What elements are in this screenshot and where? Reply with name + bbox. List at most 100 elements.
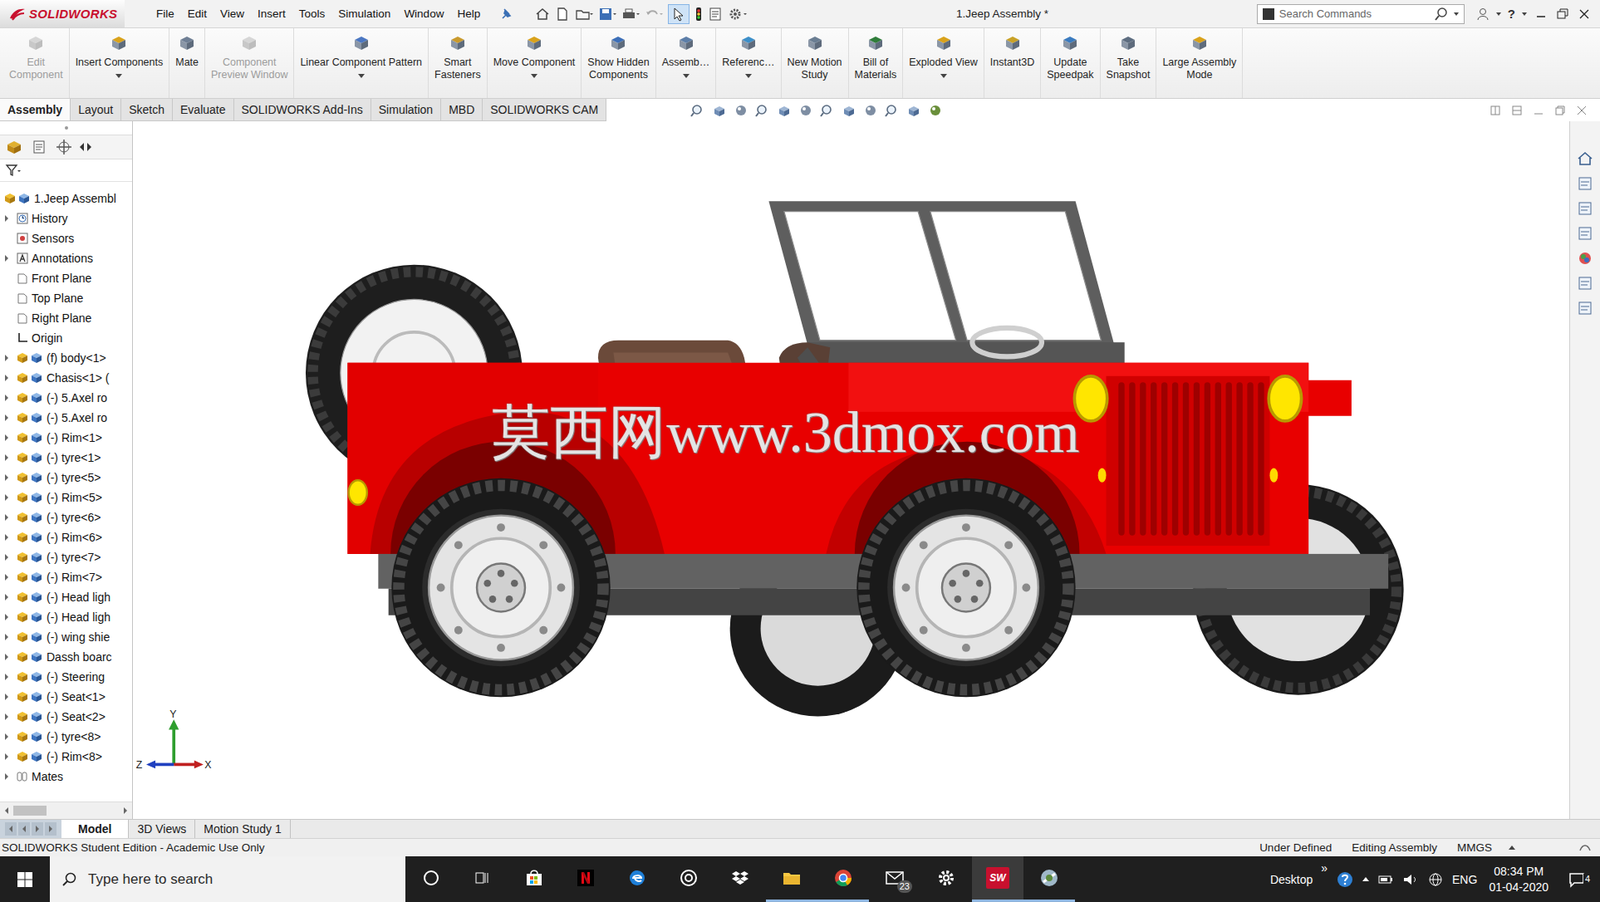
app-logo[interactable]: SOLIDWORKS [0, 0, 125, 28]
taskbar-app[interactable] [559, 856, 612, 902]
view-tool-icon[interactable] [883, 103, 901, 118]
model-tab[interactable]: 3D Views [128, 819, 196, 839]
taskbar-app[interactable] [1023, 856, 1075, 902]
expand-icon[interactable] [4, 255, 9, 262]
first-tab-button[interactable] [4, 822, 17, 836]
jeep-model[interactable]: YXZ [132, 121, 1570, 820]
expand-icon[interactable] [4, 534, 9, 541]
tabs-left-icon[interactable] [79, 142, 84, 152]
view-tool-icon[interactable] [797, 103, 815, 118]
task-pane-icon[interactable] [1575, 199, 1595, 218]
tree-item[interactable]: (-) tyre<5> [0, 467, 133, 488]
action-center-button[interactable]: 4 [1560, 870, 1594, 889]
view-tool-icon[interactable] [905, 103, 923, 118]
tree-item[interactable]: Mates [0, 766, 133, 787]
view-tool-icon[interactable] [711, 103, 728, 118]
command-button[interactable]: Large AssemblyMode [1156, 28, 1243, 99]
task-pane-icon[interactable] [1575, 149, 1595, 168]
tree-item[interactable]: (-) tyre<6> [0, 507, 133, 528]
save-icon[interactable] [598, 6, 617, 22]
undo-icon[interactable] [644, 6, 663, 22]
command-button[interactable]: Show HiddenComponents [581, 28, 656, 99]
open-folder-icon[interactable] [574, 6, 594, 22]
graphics-area[interactable]: YXZ 莫西网www.3dmox.com [132, 121, 1570, 820]
expand-icon[interactable] [4, 693, 9, 701]
rebuild-icon[interactable] [694, 6, 703, 22]
expand-icon[interactable] [4, 354, 9, 362]
print-icon[interactable] [621, 6, 640, 22]
network-globe-icon[interactable] [1427, 871, 1444, 889]
model-tab[interactable]: Model [61, 819, 129, 839]
next-tab-button[interactable] [31, 822, 44, 836]
scroll-right-icon[interactable] [123, 807, 128, 815]
configuration-tab-icon[interactable] [53, 137, 75, 157]
expand-icon[interactable] [4, 494, 9, 501]
expand-icon[interactable] [4, 733, 9, 741]
input-language[interactable]: ENG [1452, 873, 1478, 887]
command-tab[interactable]: SOLIDWORKS CAM [482, 98, 607, 121]
menu-item[interactable]: Window [397, 7, 451, 20]
command-dropdown-icon[interactable] [940, 73, 948, 79]
prev-tab-button[interactable] [18, 822, 30, 836]
taskbar-app[interactable] [714, 856, 766, 902]
tree-item[interactable]: (-) Rim<1> [0, 427, 133, 448]
minimize-icon[interactable] [1533, 6, 1549, 22]
tile-icon[interactable] [1488, 103, 1502, 118]
taskbar-search-field[interactable]: Type here to search [49, 856, 406, 902]
status-options-icon[interactable] [1578, 842, 1592, 854]
command-dropdown-icon[interactable] [745, 73, 752, 79]
task-pane-icon[interactable] [1575, 274, 1595, 293]
command-button[interactable]: Exploded View [903, 28, 984, 99]
expand-icon[interactable] [4, 554, 9, 561]
tree-item[interactable]: Annotations [0, 248, 133, 269]
expand-icon[interactable] [4, 454, 9, 462]
user-dropdown-icon[interactable] [1496, 12, 1502, 16]
new-document-icon[interactable] [554, 6, 570, 22]
taskbar-app[interactable] [508, 856, 560, 902]
menu-item[interactable]: View [213, 7, 251, 20]
task-pane-icon[interactable] [1575, 299, 1595, 318]
expand-icon[interactable] [4, 414, 9, 422]
property-tab-icon[interactable] [28, 137, 50, 157]
toolbar-more[interactable]: » [1320, 861, 1328, 875]
command-dropdown-icon[interactable] [682, 73, 690, 79]
command-button[interactable]: Insert Components [69, 28, 171, 99]
expand-icon[interactable] [4, 474, 9, 481]
tree-item[interactable]: (-) Seat<1> [0, 687, 133, 707]
menu-item[interactable]: File [149, 7, 182, 20]
model-tab[interactable]: Motion Study 1 [195, 819, 290, 839]
scroll-left-icon[interactable] [4, 807, 9, 815]
expand-icon[interactable] [4, 394, 9, 402]
tree-item[interactable]: Top Plane [0, 288, 133, 309]
command-button[interactable]: Mate [169, 28, 206, 99]
expand-icon[interactable] [4, 753, 9, 761]
expand-icon[interactable] [4, 613, 9, 621]
tree-item[interactable]: (-) Rim<5> [0, 487, 133, 508]
select-tool[interactable] [667, 4, 690, 25]
task-pane-icon[interactable] [1575, 174, 1595, 193]
view-tool-icon[interactable] [840, 103, 858, 118]
command-button[interactable]: SmartFasteners [428, 28, 488, 99]
command-dropdown-icon[interactable] [115, 73, 123, 79]
tree-item[interactable]: (-) Rim<6> [0, 527, 133, 548]
doc-restore-icon[interactable] [1553, 103, 1567, 118]
command-button[interactable]: UpdateSpeedpak [1040, 28, 1100, 99]
command-button[interactable]: Referenc… [716, 28, 781, 99]
tree-item[interactable]: Dassh boarc [0, 647, 133, 668]
menu-item[interactable]: Edit [181, 7, 214, 20]
expand-icon[interactable] [4, 374, 9, 382]
task-pane-icon[interactable] [1575, 224, 1595, 243]
tree-item[interactable]: (-) 5.Axel ro [0, 387, 133, 408]
expand-icon[interactable] [4, 653, 9, 661]
expand-icon[interactable] [4, 773, 9, 781]
tree-item[interactable]: (-) wing shie [0, 627, 133, 648]
command-button[interactable]: Move Component [487, 28, 583, 99]
tree-item[interactable]: 1.Jeep Assembl [0, 188, 133, 209]
command-button[interactable]: Assemb… [656, 28, 717, 99]
tree-item[interactable]: (-) Head ligh [0, 607, 133, 628]
scroll-thumb[interactable] [13, 805, 47, 816]
tree-item[interactable]: Origin [0, 328, 133, 349]
units-menu-icon[interactable] [1508, 845, 1516, 850]
command-button[interactable]: Linear Component Pattern [294, 28, 429, 99]
restore-icon[interactable] [1555, 6, 1571, 22]
